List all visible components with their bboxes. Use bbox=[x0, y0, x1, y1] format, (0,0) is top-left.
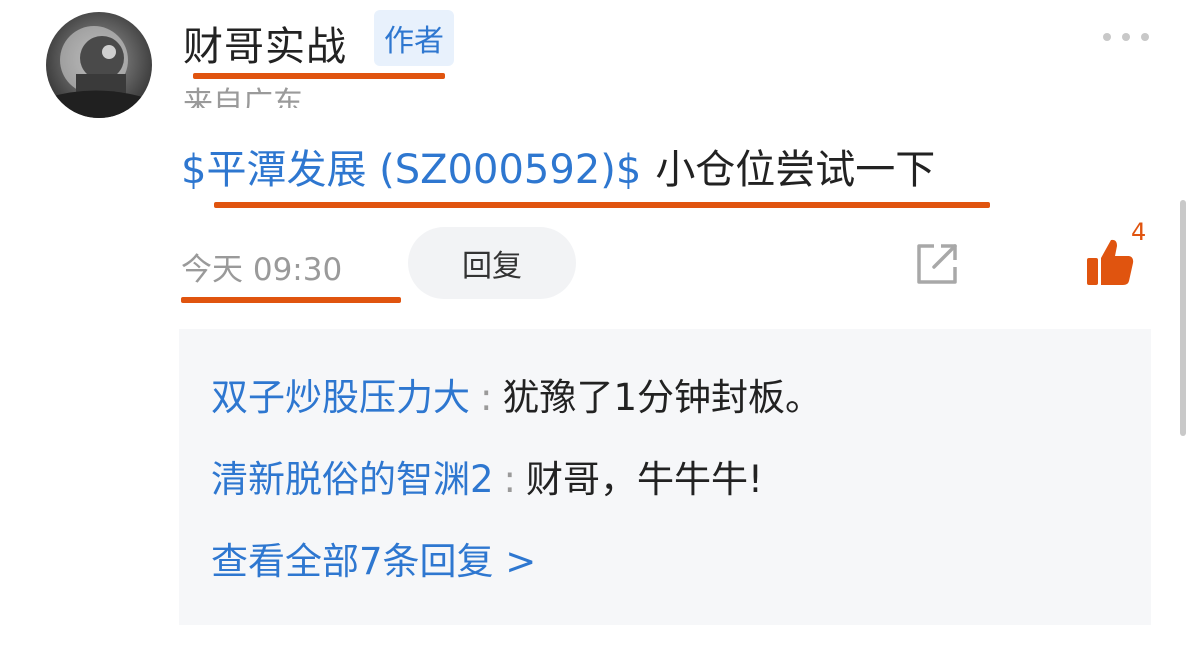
view-all-replies-link[interactable]: 查看全部7条回复 > bbox=[211, 531, 536, 585]
highlight-underline bbox=[214, 202, 990, 208]
thumbs-up-icon[interactable] bbox=[1084, 236, 1136, 288]
timestamp: 今天 09:30 bbox=[181, 252, 343, 288]
replies-preview[interactable]: 双子炒股压力大: 犹豫了1分钟封板。 清新脱俗的智渊2: 财哥，牛牛牛! 查看全部7… bbox=[179, 329, 1151, 625]
reply-separator: : bbox=[480, 376, 493, 419]
author-badge: 作者 bbox=[374, 10, 454, 66]
post-text: 小仓位尝试一下 bbox=[655, 147, 936, 193]
avatar-image bbox=[46, 12, 152, 118]
reply-button[interactable]: 回复 bbox=[408, 227, 576, 299]
post-content: $平潭发展 (SZ000592)$ 小仓位尝试一下 bbox=[181, 142, 935, 198]
avatar[interactable] bbox=[46, 12, 152, 118]
reply-separator: : bbox=[503, 458, 517, 501]
reply-item[interactable]: 双子炒股压力大: 犹豫了1分钟封板。 bbox=[211, 367, 822, 421]
location-label: 来自广东 bbox=[183, 86, 303, 108]
share-icon[interactable] bbox=[914, 241, 960, 287]
reply-username[interactable]: 双子炒股压力大 bbox=[211, 376, 470, 419]
author-name[interactable]: 财哥实战 bbox=[183, 14, 347, 72]
reply-item[interactable]: 清新脱俗的智渊2: 财哥，牛牛牛! bbox=[211, 449, 763, 503]
comment-card: 财哥实战 作者 来自广东 $平潭发展 (SZ000592)$ 小仓位尝试一下 今天… bbox=[0, 0, 1197, 650]
scrollbar[interactable] bbox=[1180, 200, 1186, 436]
more-dots-icon[interactable] bbox=[1103, 30, 1149, 44]
like-count: 4 bbox=[1131, 218, 1147, 246]
stock-link[interactable]: $平潭发展 (SZ000592)$ bbox=[181, 147, 641, 193]
reply-text: 犹豫了1分钟封板。 bbox=[502, 376, 823, 419]
reply-username[interactable]: 清新脱俗的智渊2 bbox=[211, 458, 494, 501]
reply-text: 财哥，牛牛牛! bbox=[526, 458, 763, 501]
highlight-underline bbox=[181, 297, 401, 303]
